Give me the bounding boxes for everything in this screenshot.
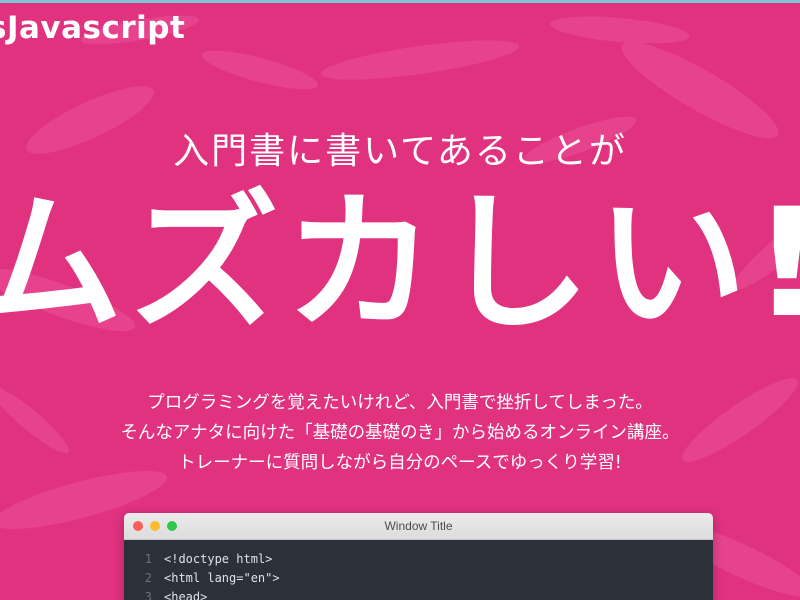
code-line: 2 <html lang="en"> — [124, 569, 713, 588]
code-editor: 1 <!doctype html> 2 <html lang="en"> 3 <hea… — [124, 540, 713, 600]
hero-headline: ムズカしい! — [0, 177, 800, 351]
code-text: <html lang="en"> — [164, 571, 280, 585]
code-text: <!doctype html> — [164, 552, 273, 566]
code-line: 1 <!doctype html> — [124, 550, 713, 569]
window-title: Window Title — [384, 519, 453, 533]
window-titlebar: Window Title — [124, 513, 713, 540]
site-logo[interactable]: sJavascript — [0, 10, 185, 46]
top-accent-strip — [0, 0, 800, 3]
line-number: 3 — [144, 590, 152, 600]
hero-description: プログラミングを覚えたいけれど、入門書で挫折してしまった。 そんなアナタに向けた… — [0, 388, 800, 478]
description-line: プログラミングを覚えたいけれど、入門書で挫折してしまった。 — [147, 393, 653, 413]
code-editor-window: Window Title 1 <!doctype html> 2 <html lan… — [124, 513, 713, 600]
line-number: 2 — [144, 571, 152, 585]
description-line: トレーナーに質問しながら自分のペースでゆっくり学習! — [178, 453, 622, 473]
description-line: そんなアナタに向けた「基礎の基礎のき」から始めるオンライン講座。 — [120, 423, 680, 443]
code-line: 3 <head> — [124, 588, 713, 600]
code-text: <head> — [164, 590, 208, 600]
line-number: 1 — [144, 552, 152, 566]
hero-subtitle: 入門書に書いてあることが — [173, 131, 627, 172]
